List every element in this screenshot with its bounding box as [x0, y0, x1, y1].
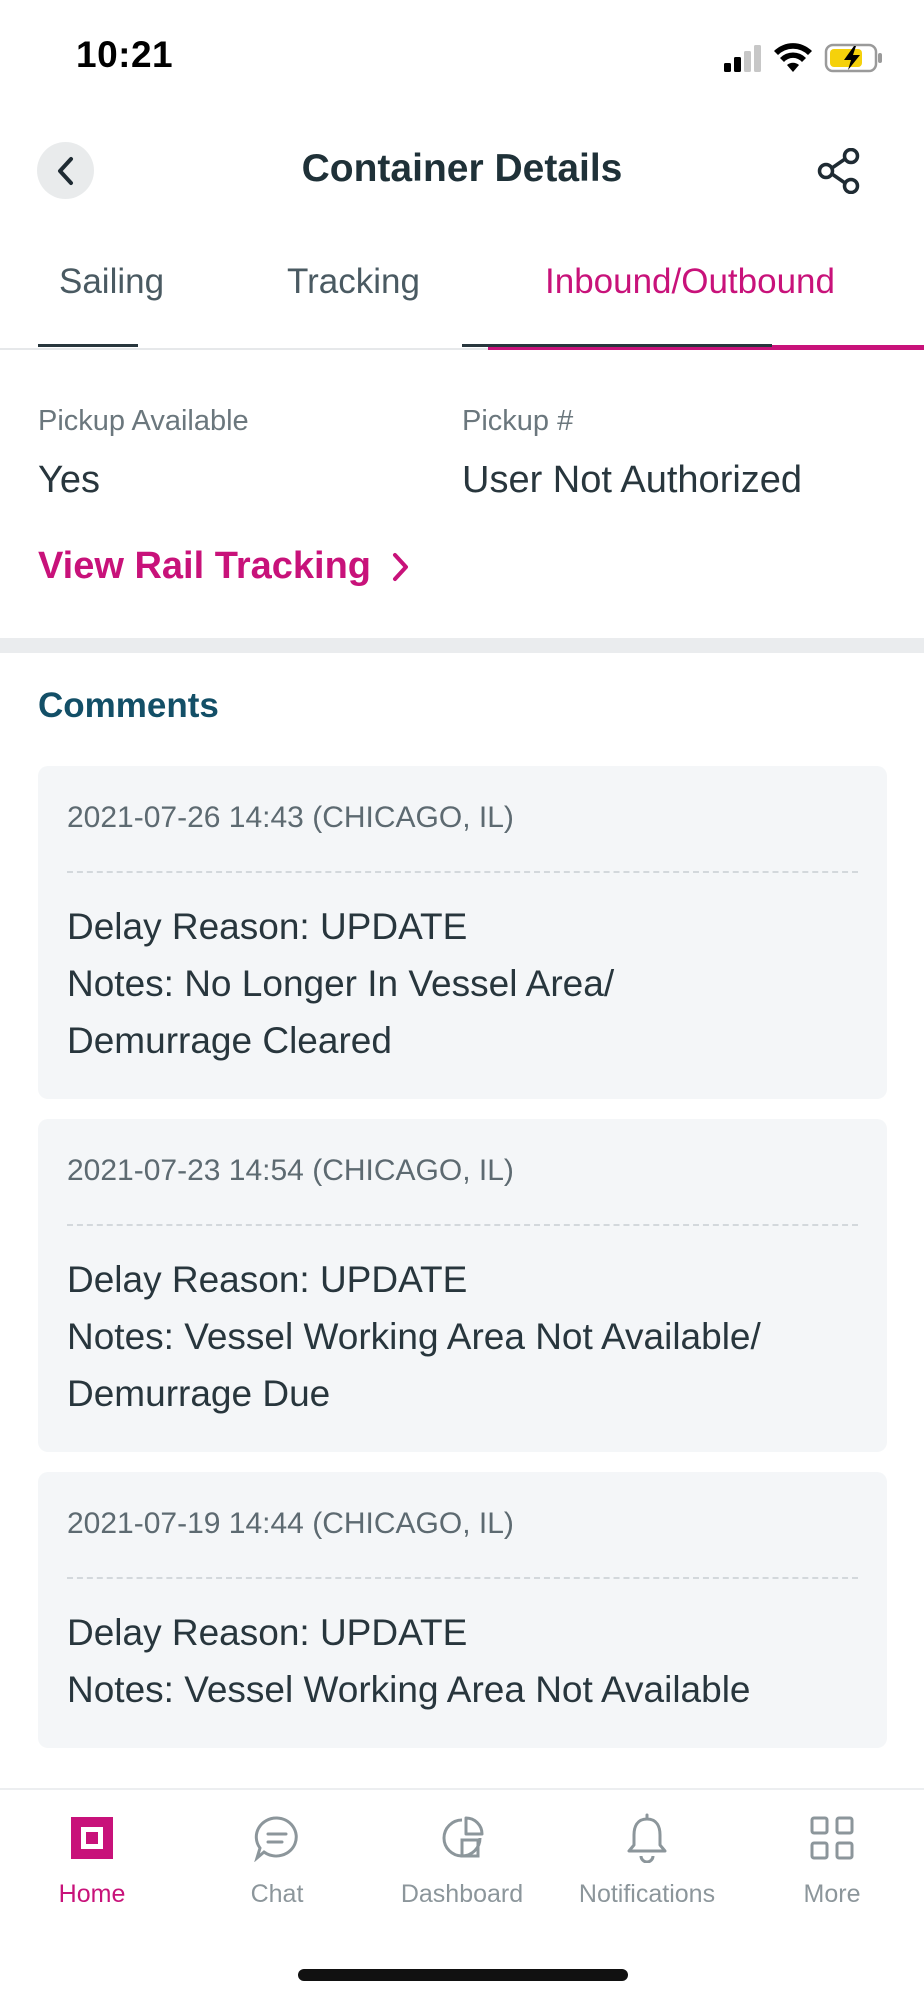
home-icon [71, 1817, 113, 1859]
scrolled-row-fragment-left [38, 332, 158, 348]
comment-notes-continued: Demurrage Cleared [67, 1020, 392, 1061]
wifi-icon [774, 43, 812, 72]
status-icons [722, 40, 884, 76]
status-bar: 10:21 [0, 0, 924, 120]
comment-notes-continued: Demurrage Due [67, 1373, 331, 1414]
grid-icon [810, 1816, 854, 1860]
comment-card: 2021-07-19 14:44 (CHICAGO, IL) Delay Rea… [38, 1472, 887, 1748]
comment-delay-reason: Delay Reason: UPDATE [67, 1259, 468, 1300]
nav-dashboard-label: Dashboard [400, 1880, 524, 1908]
comment-timestamp: 2021-07-23 14:54 (CHICAGO, IL) [67, 1154, 514, 1187]
chat-icon [254, 1816, 298, 1862]
home-indicator [298, 1969, 628, 1981]
pickup-available-value: Yes [38, 459, 100, 501]
view-rail-tracking-link[interactable]: View Rail Tracking [38, 545, 411, 588]
comments-heading: Comments [38, 686, 219, 725]
battery-icon [824, 43, 882, 73]
status-time: 10:21 [76, 34, 174, 75]
dashboard-icon [442, 1816, 484, 1858]
bell-icon [627, 1813, 667, 1863]
tab-inbound-outbound[interactable]: Inbound/Outbound [545, 262, 835, 302]
comment-notes: Notes: Vessel Working Area Not Available… [67, 1316, 761, 1357]
header: Container Details [0, 120, 924, 240]
comment-delay-reason: Delay Reason: UPDATE [67, 1612, 468, 1653]
comment-divider [67, 1224, 858, 1226]
signal-icon [724, 45, 761, 72]
comment-timestamp: 2021-07-19 14:44 (CHICAGO, IL) [67, 1507, 514, 1540]
comment-notes: Notes: Vessel Working Area Not Available [67, 1669, 751, 1710]
comment-card: 2021-07-26 14:43 (CHICAGO, IL) Delay Rea… [38, 766, 887, 1099]
nav-notifications[interactable]: Notifications [555, 1808, 739, 1909]
nav-chat[interactable]: Chat [185, 1808, 369, 1909]
comment-card: 2021-07-23 14:54 (CHICAGO, IL) Delay Rea… [38, 1119, 887, 1452]
chevron-right-icon [393, 552, 409, 581]
share-button[interactable] [814, 145, 866, 197]
pickup-number-label: Pickup # [462, 405, 574, 437]
page-title: Container Details [301, 147, 623, 190]
comment-delay-reason: Delay Reason: UPDATE [67, 906, 468, 947]
nav-dashboard[interactable]: Dashboard [370, 1808, 554, 1909]
nav-chat-label: Chat [250, 1880, 304, 1908]
comment-divider [67, 871, 858, 873]
section-divider [0, 638, 924, 653]
view-rail-tracking-label: View Rail Tracking [38, 545, 372, 587]
share-icon [817, 148, 860, 194]
pickup-available-label: Pickup Available [38, 405, 249, 437]
nav-more[interactable]: More [740, 1808, 924, 1909]
nav-more-label: More [803, 1880, 861, 1908]
nav-home-label: Home [58, 1880, 126, 1908]
comment-timestamp: 2021-07-26 14:43 (CHICAGO, IL) [67, 801, 514, 834]
tab-sailing[interactable]: Sailing [59, 262, 164, 302]
comment-notes: Notes: No Longer In Vessel Area/ [67, 963, 615, 1004]
scrolled-row-fragment-right [462, 332, 792, 348]
nav-notifications-label: Notifications [578, 1880, 716, 1908]
nav-home[interactable]: Home [0, 1808, 184, 1909]
comment-divider [67, 1577, 858, 1579]
pickup-number-value: User Not Authorized [462, 459, 803, 501]
tab-tracking[interactable]: Tracking [287, 262, 420, 302]
